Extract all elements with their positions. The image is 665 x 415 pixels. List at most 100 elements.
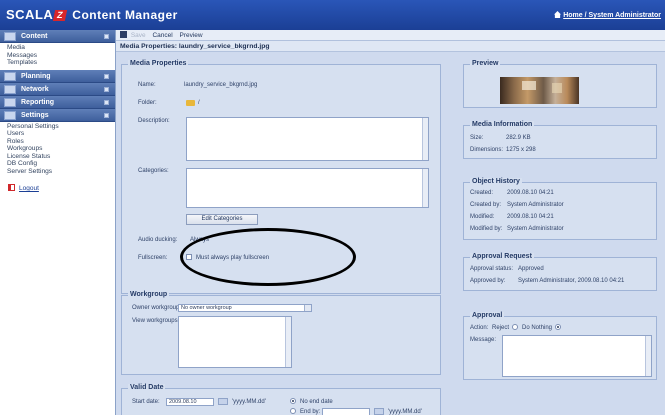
valid-date-panel: Valid Date Start date: 2009.08.10 'yyyy.… bbox=[121, 384, 441, 415]
created-value: 2009.08.10 04:21 bbox=[507, 190, 554, 196]
sidebar-item-db-config[interactable]: DB Config bbox=[7, 160, 115, 168]
sidebar-item-templates[interactable]: Templates bbox=[7, 59, 115, 67]
sidebar-section-label: Settings bbox=[21, 111, 49, 119]
panel-title: Object History bbox=[470, 178, 522, 185]
workgroup-panel: Workgroup Owner workgroup: No owner work… bbox=[121, 291, 441, 375]
home-link[interactable]: Home bbox=[563, 12, 582, 19]
modified-by-label: Modified by: bbox=[470, 226, 503, 232]
approved-by-label: Approved by: bbox=[470, 278, 506, 284]
expand-icon[interactable] bbox=[104, 99, 109, 105]
sidebar-section-settings[interactable]: Settings bbox=[0, 108, 115, 122]
modified-value: 2009.08.10 04:21 bbox=[507, 214, 554, 220]
media-preview-image[interactable] bbox=[500, 77, 579, 104]
expand-icon[interactable] bbox=[104, 73, 109, 79]
start-date-format: 'yyyy.MM.dd' bbox=[232, 399, 266, 405]
sidebar-content-items: Media Messages Templates bbox=[0, 43, 115, 70]
sidebar-section-planning[interactable]: Planning bbox=[0, 69, 115, 83]
end-date-input[interactable] bbox=[322, 408, 370, 415]
reject-radio[interactable] bbox=[512, 324, 518, 330]
description-label: Description: bbox=[138, 118, 170, 124]
sidebar-section-reporting[interactable]: Reporting bbox=[0, 95, 115, 109]
collapse-icon[interactable] bbox=[104, 112, 109, 118]
created-by-value: System Administrator bbox=[507, 202, 564, 208]
cancel-button[interactable]: Cancel bbox=[152, 32, 172, 39]
sidebar-item-users[interactable]: Users bbox=[7, 130, 115, 138]
owner-workgroup-select[interactable]: No owner workgroup bbox=[178, 304, 312, 312]
categories-label: Categories: bbox=[138, 168, 169, 174]
sidebar-item-license-status[interactable]: License Status bbox=[7, 153, 115, 161]
sidebar-item-media[interactable]: Media bbox=[7, 44, 115, 52]
panel-title: Approval Request bbox=[470, 253, 534, 260]
top-bar: SCALA Z Content Manager Home / System Admi… bbox=[0, 0, 665, 30]
logout-label: Logout bbox=[19, 185, 39, 192]
brand-name: SCALA bbox=[6, 7, 54, 22]
scrollbar[interactable] bbox=[422, 118, 428, 160]
created-label: Created: bbox=[470, 190, 494, 196]
sidebar-section-network[interactable]: Network bbox=[0, 82, 115, 96]
app-logo: SCALA Z Content Manager bbox=[6, 7, 178, 22]
dimensions-label: Dimensions: bbox=[470, 147, 504, 153]
app-title: Content Manager bbox=[72, 8, 178, 22]
toolbar: Save Cancel Preview bbox=[116, 30, 665, 41]
sidebar-item-roles[interactable]: Roles bbox=[7, 138, 115, 146]
reject-label: Reject bbox=[492, 325, 510, 331]
modified-label: Modified: bbox=[470, 214, 495, 220]
expand-icon[interactable] bbox=[104, 86, 109, 92]
sidebar-section-content[interactable]: Content bbox=[0, 30, 115, 43]
content-icon bbox=[4, 32, 16, 41]
sidebar: Content Media Messages Templates Plannin… bbox=[0, 30, 115, 415]
message-field[interactable] bbox=[502, 335, 652, 377]
scrollbar[interactable] bbox=[285, 317, 291, 367]
save-icon[interactable] bbox=[120, 31, 127, 38]
reporting-icon bbox=[4, 97, 16, 107]
user-link[interactable]: System Administrator bbox=[589, 12, 661, 19]
logout-link[interactable]: Logout bbox=[8, 184, 115, 192]
annotation-ellipse bbox=[180, 228, 356, 286]
logout-icon bbox=[8, 184, 15, 191]
scrollbar[interactable] bbox=[422, 169, 428, 207]
size-value: 282.9 KB bbox=[506, 135, 531, 141]
categories-field[interactable] bbox=[186, 168, 429, 208]
chevron-down-icon[interactable] bbox=[304, 305, 311, 311]
object-history-panel: Object History Created: 2009.08.10 04:21… bbox=[463, 178, 657, 240]
preview-panel: Preview bbox=[463, 60, 657, 108]
link-separator: / bbox=[584, 12, 587, 19]
end-by-label: End by: bbox=[300, 409, 321, 415]
fullscreen-label: Fullscreen: bbox=[138, 255, 168, 261]
created-by-label: Created by: bbox=[470, 202, 502, 208]
top-links: Home / System Administrator bbox=[554, 11, 661, 19]
scala-logo-icon: Z bbox=[53, 10, 68, 21]
sidebar-settings-items: Personal Settings Users Roles Workgroups… bbox=[0, 122, 115, 179]
page-title: Media Properties: laundry_service_bkgrnd… bbox=[116, 41, 665, 52]
end-by-radio[interactable] bbox=[290, 408, 296, 414]
save-button[interactable]: Save bbox=[131, 32, 146, 39]
folder-value: / bbox=[198, 100, 200, 106]
sidebar-item-messages[interactable]: Messages bbox=[7, 52, 115, 60]
do-nothing-radio[interactable] bbox=[555, 324, 561, 330]
collapse-icon[interactable] bbox=[104, 34, 109, 39]
approval-status-label: Approval status: bbox=[470, 266, 514, 272]
description-field[interactable] bbox=[186, 117, 429, 161]
sidebar-item-workgroups[interactable]: Workgroups bbox=[7, 145, 115, 153]
calendar-icon[interactable] bbox=[374, 408, 384, 415]
sidebar-item-personal-settings[interactable]: Personal Settings bbox=[7, 123, 115, 131]
edit-categories-button[interactable]: Edit Categories bbox=[186, 214, 258, 225]
sidebar-item-server-settings[interactable]: Server Settings bbox=[7, 168, 115, 176]
start-date-input[interactable]: 2009.08.10 bbox=[166, 398, 214, 406]
calendar-icon[interactable] bbox=[218, 398, 228, 405]
panel-title: Preview bbox=[470, 60, 501, 67]
size-label: Size: bbox=[470, 135, 484, 141]
audio-ducking-label: Audio ducking: bbox=[138, 237, 178, 243]
sidebar-section-label: Planning bbox=[21, 72, 51, 80]
folder-label: Folder: bbox=[138, 100, 157, 106]
approval-request-panel: Approval Request Approval status: Approv… bbox=[463, 253, 657, 291]
no-end-date-radio[interactable] bbox=[290, 398, 296, 404]
preview-button[interactable]: Preview bbox=[180, 32, 203, 39]
view-workgroups-list[interactable] bbox=[178, 316, 292, 368]
modified-by-value: System Administrator bbox=[507, 226, 564, 232]
panel-title: Valid Date bbox=[128, 384, 166, 391]
main-area: Save Cancel Preview Media Properties: la… bbox=[115, 30, 665, 415]
name-label: Name: bbox=[138, 82, 156, 88]
scrollbar[interactable] bbox=[645, 336, 651, 376]
folder-icon bbox=[186, 100, 195, 106]
